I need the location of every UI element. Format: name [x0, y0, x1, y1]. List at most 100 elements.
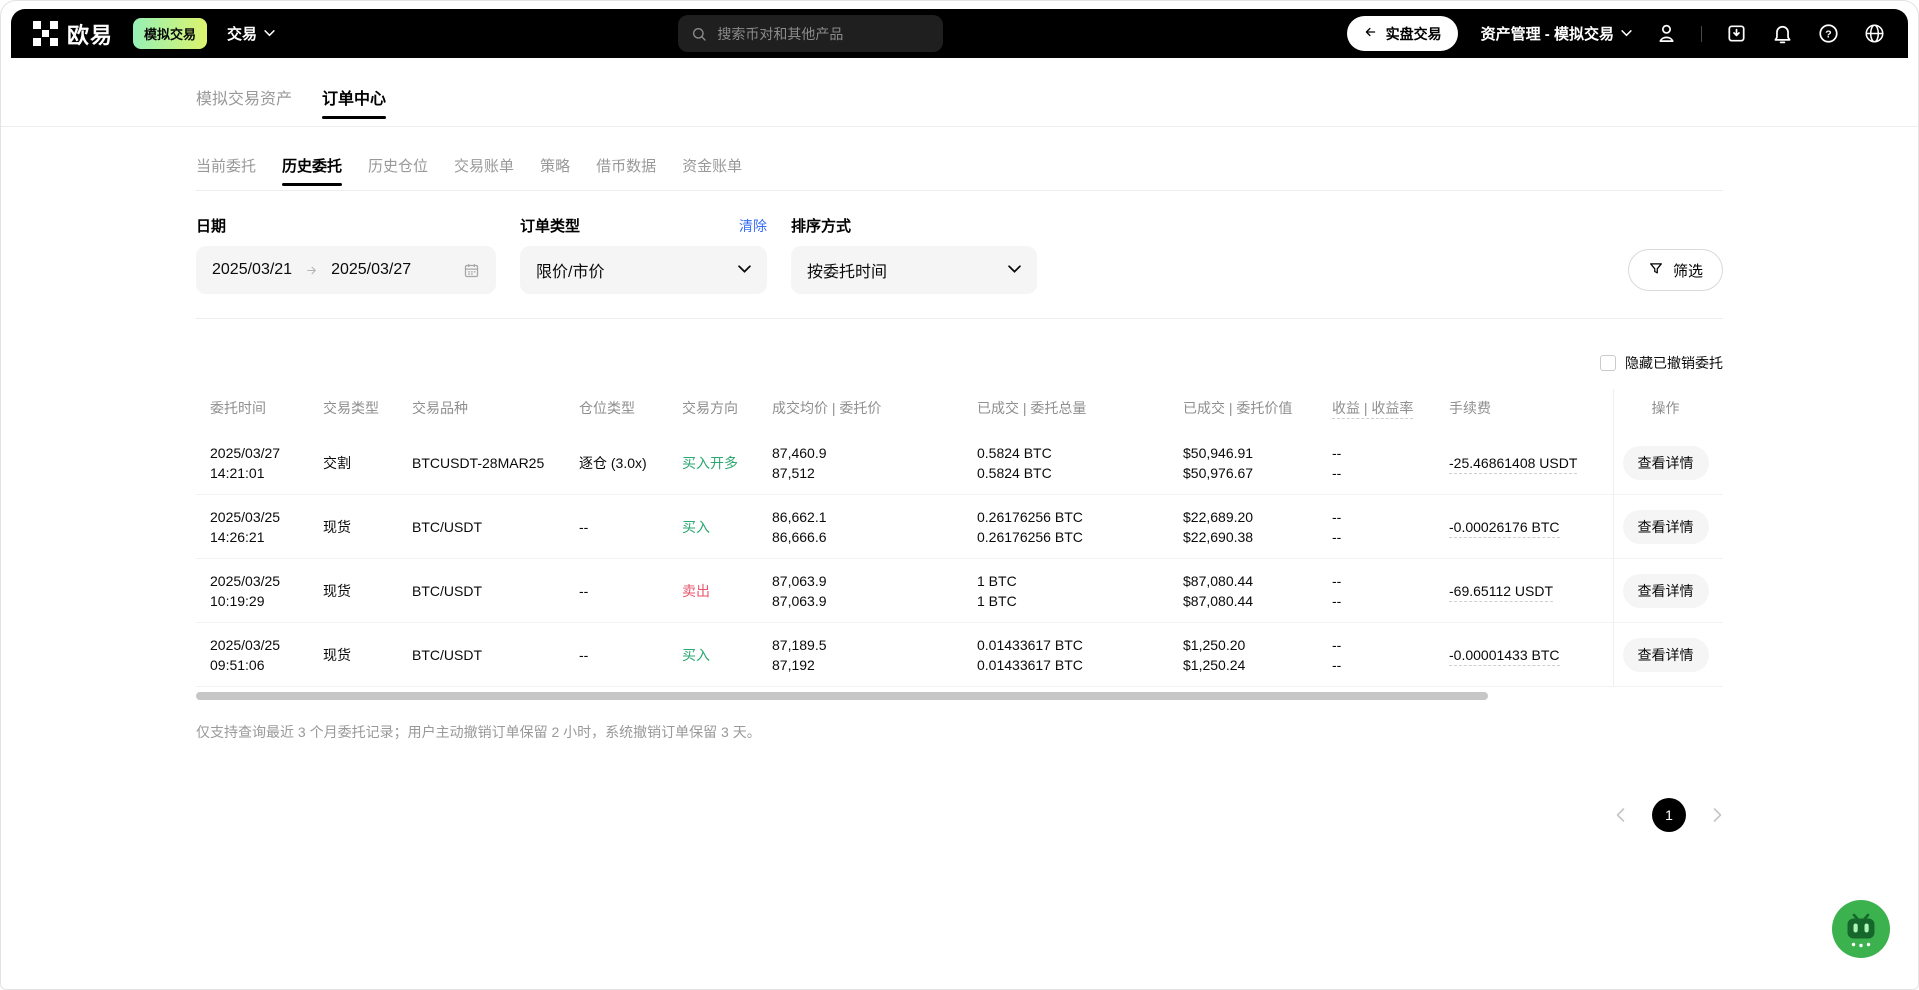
next-page-icon[interactable] [1712, 807, 1723, 823]
help-icon[interactable]: ? [1817, 22, 1840, 45]
trade-type: 现货 [323, 581, 412, 601]
chevron-down-icon [1621, 30, 1632, 37]
notifications-bell-icon[interactable] [1771, 22, 1794, 45]
chevron-down-icon [1008, 261, 1021, 279]
sort-select[interactable]: 按委托时间 [791, 246, 1037, 294]
order-row: 2025/03/2510:19:29 现货 BTC/USDT -- 卖出 87,… [196, 559, 1723, 623]
instrument: BTC/USDT [412, 581, 579, 601]
okx-logo[interactable]: 欧易 [33, 18, 113, 50]
margin-mode: -- [579, 645, 682, 665]
green-mascot-icon [1832, 900, 1890, 958]
previous-page-icon[interactable] [1615, 807, 1626, 823]
subtab-position-history[interactable]: 历史仓位 [368, 155, 428, 190]
price: 86,662.186,666.6 [772, 507, 977, 547]
search-input[interactable] [717, 26, 930, 42]
assets-account-menu[interactable]: 资产管理 - 模拟交易 [1481, 23, 1632, 44]
page-tabs: 模拟交易资产 订单中心 [196, 58, 1723, 126]
subtab-borrow-data[interactable]: 借币数据 [596, 155, 656, 190]
horizontal-scrollbar[interactable] [196, 692, 1488, 700]
view-details-button[interactable]: 查看详情 [1623, 574, 1709, 608]
pagination: 1 [196, 798, 1723, 832]
side: 卖出 [682, 581, 772, 601]
order-type-value: 限价/市价 [536, 258, 604, 282]
subtab-funding-bills[interactable]: 资金账单 [682, 155, 742, 190]
view-details-button[interactable]: 查看详情 [1623, 510, 1709, 544]
order-time: 2025/03/2514:26:21 [196, 507, 323, 547]
funnel-icon [1648, 261, 1664, 280]
value: $22,689.20$22,690.38 [1183, 507, 1332, 547]
order-type-select[interactable]: 限价/市价 [520, 246, 767, 294]
view-details-button[interactable]: 查看详情 [1623, 638, 1709, 672]
margin-mode: -- [579, 581, 682, 601]
subtab-order-history[interactable]: 历史委托 [282, 155, 342, 190]
order-time: 2025/03/2714:21:01 [196, 443, 323, 483]
sort-filter-group: 排序方式 按委托时间 [791, 215, 1037, 294]
header-avg-price: 成交均价 | 委托价 [772, 389, 977, 431]
header-pnl: 收益 | 收益率 [1332, 389, 1449, 431]
tab-order-center[interactable]: 订单中心 [322, 85, 386, 126]
fee: -0.00026176 BTC [1449, 517, 1613, 537]
subtab-open-orders[interactable]: 当前委托 [196, 155, 256, 190]
date-from-value: 2025/03/21 [212, 261, 292, 279]
header-margin-mode: 仓位类型 [579, 389, 682, 431]
header-filled-value: 已成交 | 委托价值 [1183, 389, 1332, 431]
date-filter-group: 日期 2025/03/21 2025/03/27 [196, 215, 496, 294]
chevron-down-icon [738, 261, 751, 279]
filter-button[interactable]: 筛选 [1628, 249, 1723, 291]
trade-type: 现货 [323, 645, 412, 665]
tab-demo-assets[interactable]: 模拟交易资产 [196, 85, 292, 126]
header-trade-type: 交易类型 [323, 389, 412, 431]
header-instrument: 交易品种 [412, 389, 579, 431]
user-profile-icon[interactable] [1655, 22, 1678, 45]
quantity: 1 BTC1 BTC [977, 571, 1183, 611]
trade-menu[interactable]: 交易 [227, 23, 275, 44]
sort-label: 排序方式 [791, 215, 851, 236]
hide-cancelled-row: 隐藏已撤销委托 [196, 353, 1723, 373]
fee: -25.46861408 USDT [1449, 453, 1613, 473]
trade-type: 现货 [323, 517, 412, 537]
subtab-strategy[interactable]: 策略 [540, 155, 570, 190]
page-number-current[interactable]: 1 [1652, 798, 1686, 832]
side: 买入 [682, 517, 772, 537]
date-range-picker[interactable]: 2025/03/21 2025/03/27 [196, 246, 496, 294]
instrument: BTCUSDT-28MAR25 [412, 453, 579, 473]
search-box[interactable] [678, 15, 943, 52]
trade-type: 交割 [323, 453, 412, 473]
order-row: 2025/03/2714:21:01 交割 BTCUSDT-28MAR25 逐仓… [196, 431, 1723, 495]
header-side: 交易方向 [682, 389, 772, 431]
fee: -0.00001433 BTC [1449, 645, 1613, 665]
quantity: 0.26176256 BTC0.26176256 BTC [977, 507, 1183, 547]
subtab-trade-bills[interactable]: 交易账单 [454, 155, 514, 190]
navbar-left: 欧易 模拟交易 交易 [33, 18, 275, 50]
hide-cancelled-checkbox[interactable] [1600, 355, 1616, 371]
filters-bar: 日期 2025/03/21 2025/03/27 订单类型 清除 [196, 215, 1723, 319]
pnl: ---- [1332, 507, 1449, 547]
clear-filter-link[interactable]: 清除 [739, 216, 767, 236]
top-navbar: 欧易 模拟交易 交易 实盘交易 资产 [11, 9, 1908, 58]
order-time: 2025/03/2510:19:29 [196, 571, 323, 611]
pnl: ---- [1332, 571, 1449, 611]
fee: -69.65112 USDT [1449, 581, 1613, 601]
support-chat-button[interactable] [1832, 900, 1890, 963]
price: 87,460.987,512 [772, 443, 977, 483]
header-filled-total: 已成交 | 委托总量 [977, 389, 1183, 431]
date-to-value: 2025/03/27 [331, 261, 411, 279]
margin-mode: -- [579, 517, 682, 537]
pnl: ---- [1332, 443, 1449, 483]
download-app-icon[interactable] [1725, 22, 1748, 45]
language-globe-icon[interactable] [1863, 22, 1886, 45]
order-type-label: 订单类型 [520, 215, 580, 236]
date-label: 日期 [196, 215, 226, 236]
live-trading-button[interactable]: 实盘交易 [1347, 16, 1458, 51]
price: 87,189.587,192 [772, 635, 977, 675]
instrument: BTC/USDT [412, 517, 579, 537]
side: 买入 [682, 645, 772, 665]
svg-text:?: ? [1825, 28, 1831, 40]
page-tabs-band: 模拟交易资产 订单中心 [1, 58, 1918, 127]
navbar-right: 实盘交易 资产管理 - 模拟交易 ? [1347, 16, 1886, 51]
margin-mode: 逐仓 (3.0x) [579, 453, 682, 473]
hide-cancelled-label: 隐藏已撤销委托 [1625, 353, 1723, 373]
order-type-filter-group: 订单类型 清除 限价/市价 [520, 215, 767, 294]
sort-value: 按委托时间 [807, 258, 887, 282]
view-details-button[interactable]: 查看详情 [1623, 446, 1709, 480]
